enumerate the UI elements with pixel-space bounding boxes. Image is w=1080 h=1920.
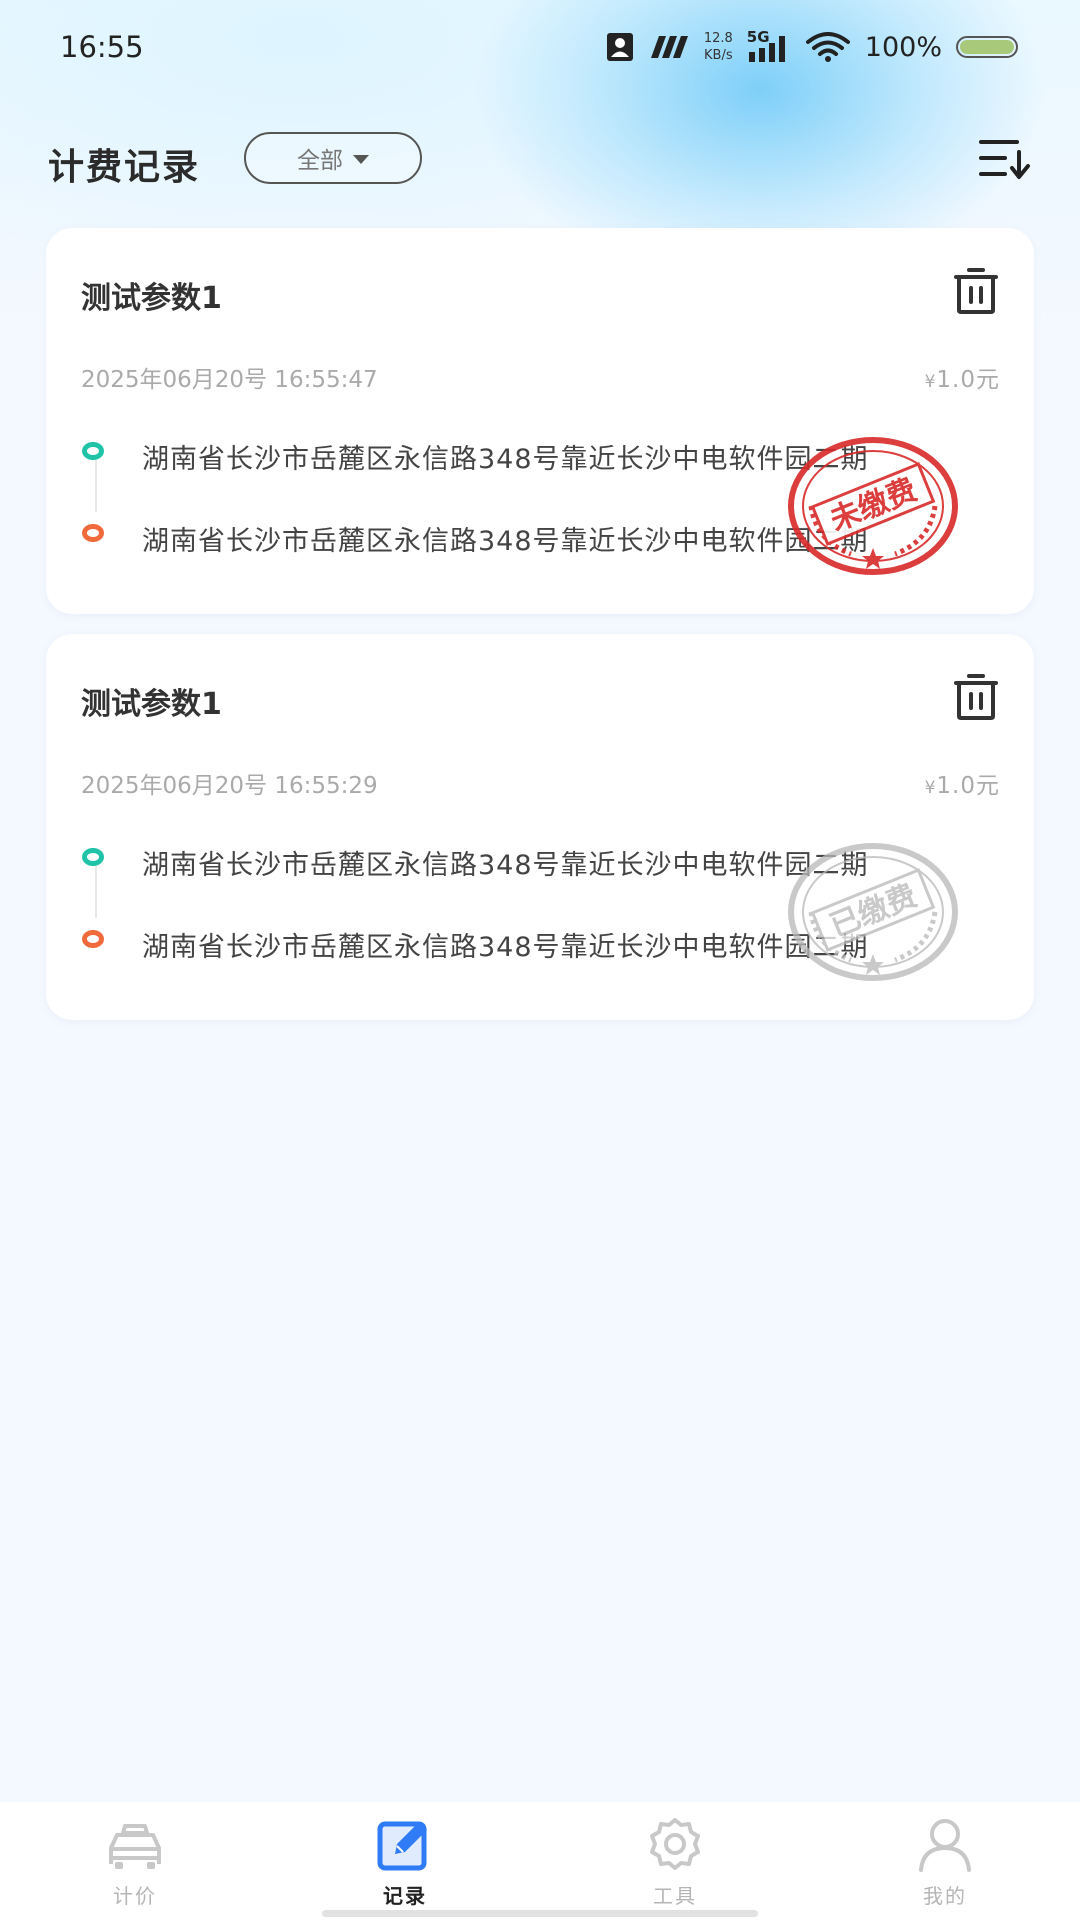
edit-record-icon bbox=[377, 1821, 427, 1871]
route-connector bbox=[95, 460, 97, 512]
app-logo-icon bbox=[650, 36, 688, 58]
start-address: 湖南省长沙市岳麓区永信路348号靠近长沙中电软件园二期 bbox=[142, 850, 869, 881]
page-title: 计费记录 bbox=[48, 147, 201, 188]
nav-label: 记录 bbox=[383, 1884, 427, 1908]
battery-icon bbox=[956, 36, 1018, 58]
start-point-icon bbox=[82, 848, 104, 866]
record-card[interactable]: 测试参数1 2025年06月20号 16:55:29 ¥1.0元 湖南省长沙市岳… bbox=[46, 634, 1034, 1020]
user-icon bbox=[919, 1819, 971, 1872]
nav-label: 工具 bbox=[653, 1884, 697, 1908]
nav-item-profile[interactable]: 我的 bbox=[810, 1802, 1080, 1920]
start-address: 湖南省长沙市岳麓区永信路348号靠近长沙中电软件园二期 bbox=[142, 444, 869, 475]
contact-card-icon bbox=[606, 33, 633, 61]
end-address: 湖南省长沙市岳麓区永信路348号靠近长沙中电软件园二期 bbox=[142, 932, 869, 963]
record-time: 2025年06月20号 16:55:47 bbox=[81, 367, 378, 393]
bottom-nav: 计价 记录 工具 我的 bbox=[0, 1802, 1080, 1920]
sort-button[interactable] bbox=[979, 136, 1033, 182]
filter-dropdown[interactable]: 全部 bbox=[244, 132, 422, 184]
battery-level bbox=[960, 40, 1014, 54]
start-point-icon bbox=[82, 442, 104, 460]
nav-item-records[interactable]: 记录 bbox=[270, 1802, 540, 1920]
wifi-icon bbox=[805, 32, 850, 62]
trash-icon bbox=[954, 268, 998, 314]
status-icons: 12.8 KB/s 5G 100% bbox=[606, 26, 1018, 68]
delete-button[interactable] bbox=[952, 266, 1000, 314]
trash-icon bbox=[954, 674, 998, 720]
home-indicator bbox=[322, 1910, 758, 1917]
caret-down-icon bbox=[353, 154, 369, 164]
sort-icon bbox=[979, 140, 1030, 179]
net-speed: 12.8 KB/s bbox=[703, 31, 733, 63]
nav-label: 我的 bbox=[923, 1884, 967, 1908]
status-time: 16:55 bbox=[60, 30, 144, 64]
route-connector bbox=[95, 866, 97, 918]
record-price: ¥1.0元 bbox=[924, 367, 1000, 393]
record-time: 2025年06月20号 16:55:29 bbox=[81, 773, 378, 799]
delete-button[interactable] bbox=[952, 672, 1000, 720]
end-point-icon bbox=[82, 930, 104, 948]
status-bar: 16:55 12.8 KB/s 5G 100% bbox=[0, 0, 1080, 95]
end-point-icon bbox=[82, 524, 104, 542]
nav-item-pricing[interactable]: 计价 bbox=[0, 1802, 270, 1920]
record-price: ¥1.0元 bbox=[924, 773, 1000, 799]
gear-icon bbox=[650, 1818, 700, 1870]
record-title: 测试参数1 bbox=[81, 281, 222, 316]
record-title: 测试参数1 bbox=[81, 687, 222, 722]
battery-percentage: 100% bbox=[864, 31, 942, 63]
page-header: 计费记录 全部 bbox=[48, 130, 1033, 194]
signal-icon: 5G bbox=[747, 28, 791, 64]
filter-label: 全部 bbox=[297, 148, 343, 174]
nav-label: 计价 bbox=[113, 1884, 157, 1908]
taxi-icon bbox=[109, 1824, 161, 1869]
record-card[interactable]: 测试参数1 2025年06月20号 16:55:47 ¥1.0元 湖南省长沙市岳… bbox=[46, 228, 1034, 614]
end-address: 湖南省长沙市岳麓区永信路348号靠近长沙中电软件园二期 bbox=[142, 526, 869, 557]
nav-item-tools[interactable]: 工具 bbox=[540, 1802, 810, 1920]
